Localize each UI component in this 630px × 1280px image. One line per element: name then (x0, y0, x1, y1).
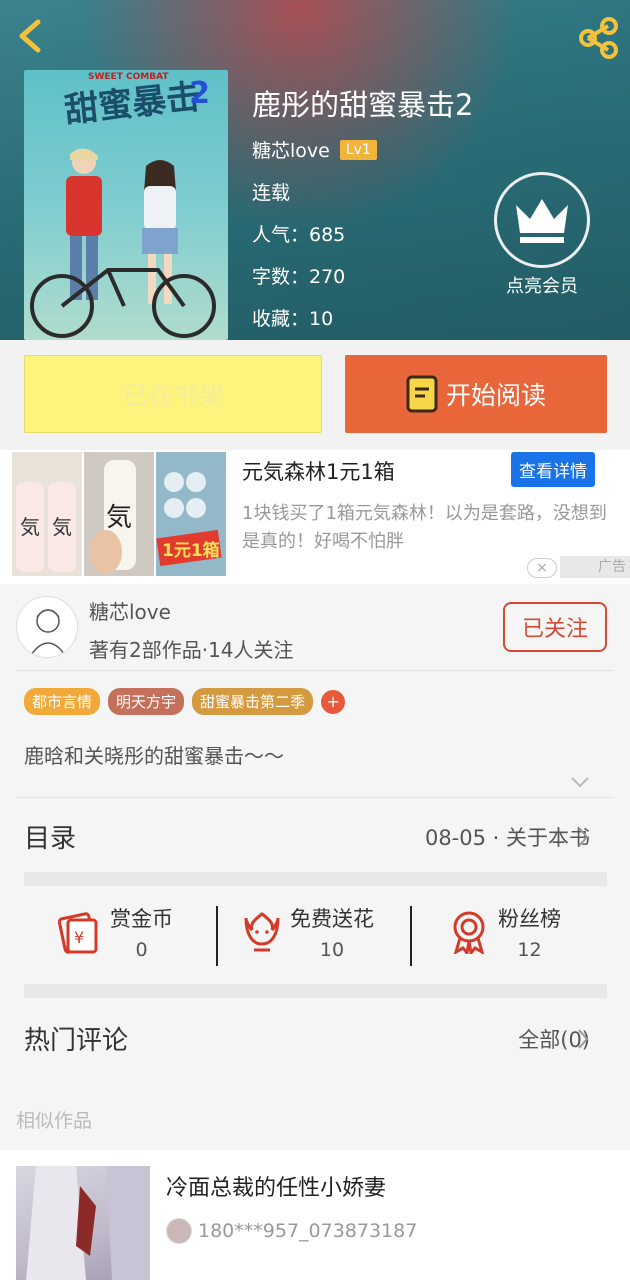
cover-number: 2 (189, 76, 210, 111)
stat-divider (216, 906, 218, 966)
divider (16, 797, 614, 798)
svg-text:気: 気 (20, 515, 40, 539)
stat-value: 12 (517, 939, 542, 961)
toc-latest[interactable]: 08-05 · 关于本书 (425, 822, 590, 852)
red-envelope-icon: ¥ (57, 912, 98, 954)
similar-work-author: 180***957_073873187 (166, 1218, 417, 1244)
free-flowers[interactable]: 免费送花 10 (244, 900, 374, 964)
ad-close-button[interactable]: × (527, 558, 557, 578)
similar-works-label: 相似作品 (16, 1110, 93, 1132)
author-name[interactable]: 糖芯love (89, 596, 171, 625)
tag-chip[interactable]: 都市言情 (24, 688, 101, 715)
similar-author-avatar (166, 1218, 192, 1244)
book-intro: 鹿晗和关晓彤的甜蜜暴击～～ (24, 744, 284, 768)
svg-text:気: 気 (52, 515, 72, 539)
bookshelf-button[interactable]: 已在书架 (24, 355, 322, 433)
ad-label: 广告 (560, 556, 630, 578)
stat-divider (410, 906, 412, 966)
book-author-line: 糖芯love Lv1 (252, 136, 377, 163)
start-reading-button[interactable]: 开始阅读 (345, 355, 607, 433)
similar-work-cover[interactable] (16, 1166, 150, 1280)
ad-description: 1块钱买了1箱元気森林！以为是套路，没想到是真的！好喝不怕胖 (242, 503, 607, 552)
vip-label: 点亮会员 (506, 276, 578, 297)
book-title: 鹿彤的甜蜜暴击2 (252, 88, 474, 122)
hot-comments-label: 热门评论 (24, 1026, 129, 1056)
svg-text:¥: ¥ (74, 928, 84, 947)
ad-promo-text: 1元1箱 (162, 540, 220, 561)
fan-ranking[interactable]: 粉丝榜 12 (450, 900, 561, 964)
tag-chip[interactable]: 明天方宇 (108, 688, 185, 715)
stat-value: 10 (319, 939, 345, 961)
chevron-left-icon (19, 19, 41, 53)
tag-chip[interactable]: 甜蜜暴击第二季 (192, 688, 314, 715)
start-reading-label: 开始阅读 (445, 381, 546, 410)
author-avatar[interactable] (16, 596, 78, 658)
toc-arrow[interactable] (576, 826, 590, 852)
crown-icon (516, 199, 568, 243)
section-band (24, 872, 607, 886)
book-favorites: 收藏：10 (252, 308, 334, 330)
ad-banner[interactable]: 気 気 気 1元1箱 元気森林1元1箱 查看详情 1块钱买了1箱元気森林！以为是… (0, 450, 630, 584)
book-word-count: 字数：270 (252, 266, 346, 288)
stat-title: 粉丝榜 (498, 907, 561, 931)
similar-work-title[interactable]: 冷面总裁的任性小娇妻 (166, 1170, 386, 1202)
action-bar: 已在书架 开始阅读 (0, 340, 630, 450)
book-popularity: 人气：685 (252, 224, 346, 246)
ad-detail-button[interactable]: 查看详情 (511, 452, 595, 487)
toc-label[interactable]: 目录 (24, 818, 76, 855)
flower-icon (244, 912, 280, 952)
similar-author-name: 180***957_073873187 (198, 1220, 418, 1242)
cover-bicycle (30, 268, 216, 338)
book-author[interactable]: 糖芯love (252, 136, 330, 163)
back-button[interactable] (14, 16, 50, 56)
chevron-right-icon (578, 827, 589, 847)
stat-title: 免费送花 (290, 907, 374, 931)
ad-image-2: 気 (84, 452, 154, 576)
chevron-right-icon (578, 1029, 589, 1049)
book-details: 糖芯love 著有2部作品·14人关注 已关注 都市言情 明天方宇 甜蜜暴击第二… (0, 584, 630, 1070)
vip-button[interactable]: 点亮会员 (494, 172, 590, 298)
add-tag-button[interactable]: + (321, 689, 346, 714)
ad-image-3: 1元1箱 (156, 452, 226, 576)
section-band (24, 984, 607, 998)
stat-title: 赏金币 (110, 907, 173, 931)
comments-arrow[interactable] (576, 1028, 590, 1054)
ad-title: 元気森林1元1箱 (242, 460, 395, 484)
expand-intro-button[interactable] (570, 774, 590, 793)
level-badge: Lv1 (339, 139, 377, 160)
tag-list: 都市言情 明天方宇 甜蜜暴击第二季 + (24, 688, 346, 715)
medal-icon (453, 911, 485, 954)
similar-work-item[interactable]: 冷面总裁的任性小娇妻 180***957_073873187 (0, 1150, 630, 1280)
vip-circle (494, 172, 590, 268)
svg-text:気: 気 (106, 503, 132, 533)
share-icon (579, 17, 618, 59)
divider (16, 670, 614, 671)
book-icon (406, 375, 438, 413)
share-button[interactable] (576, 16, 620, 60)
author-stats: 著有2部作品·14人关注 (89, 638, 294, 662)
book-cover[interactable]: SWEET COMBAT 甜蜜暴击 2 (24, 70, 228, 340)
ad-image-1: 気 気 (12, 452, 82, 576)
follow-button[interactable]: 已关注 (503, 602, 607, 652)
cover-title: 甜蜜暴击 (62, 76, 203, 131)
chevron-down-icon (571, 777, 589, 788)
stat-value: 0 (135, 939, 148, 961)
book-header: SWEET COMBAT 甜蜜暴击 2 鹿彤的甜蜜暴击2 糖芯love Lv1 (0, 0, 630, 340)
reward-coins[interactable]: ¥ 赏金币 0 (56, 900, 173, 964)
book-status: 连载 (252, 182, 291, 204)
